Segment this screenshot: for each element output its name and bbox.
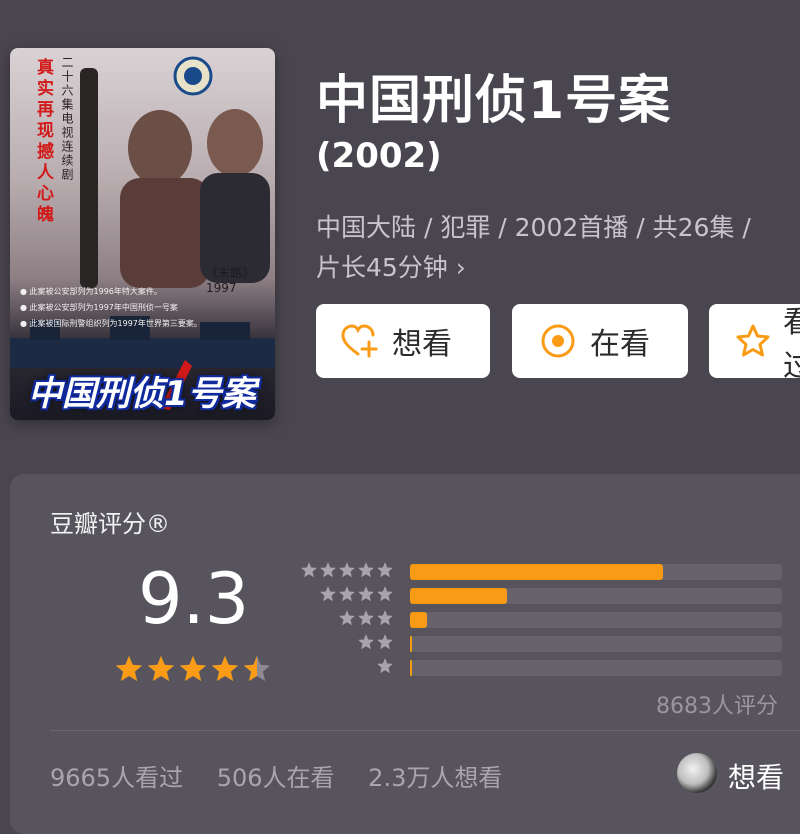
poster-notes: ● 此案被公安部列为1996年特大案件。 ● 此案被公安部列为1997年中国刑侦…: [20, 284, 268, 332]
bar-fill: [410, 660, 412, 676]
small-star-icon: [377, 658, 393, 674]
poster-image[interactable]: 真实再现撼人心魄 二十六集电视连续剧 《末路》1997 ● 此案被公安部列为19…: [10, 48, 275, 420]
rating-bar-row: [300, 656, 782, 678]
poster-title-art: 中国刑侦1号案: [28, 374, 256, 414]
bar-track: [410, 612, 782, 628]
show-duration-link[interactable]: 片长45分钟 ›: [316, 248, 466, 284]
small-star-icon: [358, 610, 374, 626]
rating-bar-row: [300, 560, 782, 582]
bar-stars: [357, 633, 394, 651]
small-star-icon: [377, 562, 393, 578]
bar-stars: [300, 561, 394, 579]
bar-fill: [410, 612, 427, 628]
small-star-icon: [377, 610, 393, 626]
stats-row: 9665人看过 506人在看 2.3万人想看: [50, 758, 528, 793]
small-star-icon: [320, 562, 336, 578]
divider: [50, 730, 800, 731]
small-star-icon: [358, 586, 374, 602]
bar-stars: [338, 609, 394, 627]
bar-track: [410, 660, 782, 676]
heart-plus-icon: [340, 321, 380, 361]
watching-button[interactable]: 在看: [512, 304, 688, 378]
target-icon: [538, 321, 578, 361]
poster-note: ● 此案被国际刑警组织列为1997年世界第三要案。: [20, 319, 202, 328]
show-title: 中国刑侦1号案: [316, 71, 672, 131]
rating-bar-row: [300, 608, 782, 630]
watching-count[interactable]: 506人在看: [217, 764, 335, 792]
star-icon: [179, 655, 207, 681]
bar-fill: [410, 564, 663, 580]
want-button-label: 想看: [392, 327, 452, 362]
show-year: (2002): [316, 136, 442, 176]
watched-button[interactable]: 看过: [709, 304, 800, 378]
small-star-icon: [358, 562, 374, 578]
want-button[interactable]: 想看: [316, 304, 490, 378]
bar-track: [410, 588, 782, 604]
show-meta: 中国大陆 / 犯罪 / 2002首播 / 共26集 /: [316, 213, 751, 242]
rating-bar-row: [300, 584, 782, 606]
small-star-icon: [377, 634, 393, 650]
rating-label: 豆瓣评分®: [50, 510, 170, 538]
footer-want-link[interactable]: 想看: [728, 756, 784, 796]
star-icon: [115, 655, 143, 681]
bar-stars: [319, 585, 394, 603]
poster-subtitle: 二十六集电视连续剧: [60, 56, 74, 182]
rating-score: 9.3: [138, 558, 250, 640]
star-icon: [147, 655, 175, 681]
small-star-icon: [339, 586, 355, 602]
small-star-icon: [358, 634, 374, 650]
bar-track: [410, 564, 782, 580]
small-star-icon: [301, 562, 317, 578]
seen-count[interactable]: 9665人看过: [50, 764, 183, 792]
avatar[interactable]: [677, 753, 717, 793]
small-star-icon: [339, 562, 355, 578]
bar-stars: [376, 657, 394, 675]
small-star-icon: [377, 586, 393, 602]
rating-stars: [114, 654, 272, 684]
rating-count[interactable]: 8683人评分: [656, 688, 778, 720]
star-icon: [243, 655, 271, 682]
bar-track: [410, 636, 782, 652]
poster-note: ● 此案被公安部列为1996年特大案件。: [20, 287, 162, 296]
want-count[interactable]: 2.3万人想看: [368, 764, 502, 792]
rating-bar-row: [300, 632, 782, 654]
star-outline-icon: [735, 321, 771, 361]
small-star-icon: [339, 610, 355, 626]
bar-fill: [410, 588, 507, 604]
watched-button-label: 看过: [783, 305, 800, 378]
bar-fill: [410, 636, 412, 652]
small-star-icon: [320, 586, 336, 602]
watching-button-label: 在看: [590, 327, 650, 362]
poster-slogan: 真实再现撼人心魄: [33, 58, 53, 226]
poster-note: ● 此案被公安部列为1997年中国刑侦一号案: [20, 303, 178, 312]
star-icon: [211, 655, 239, 681]
